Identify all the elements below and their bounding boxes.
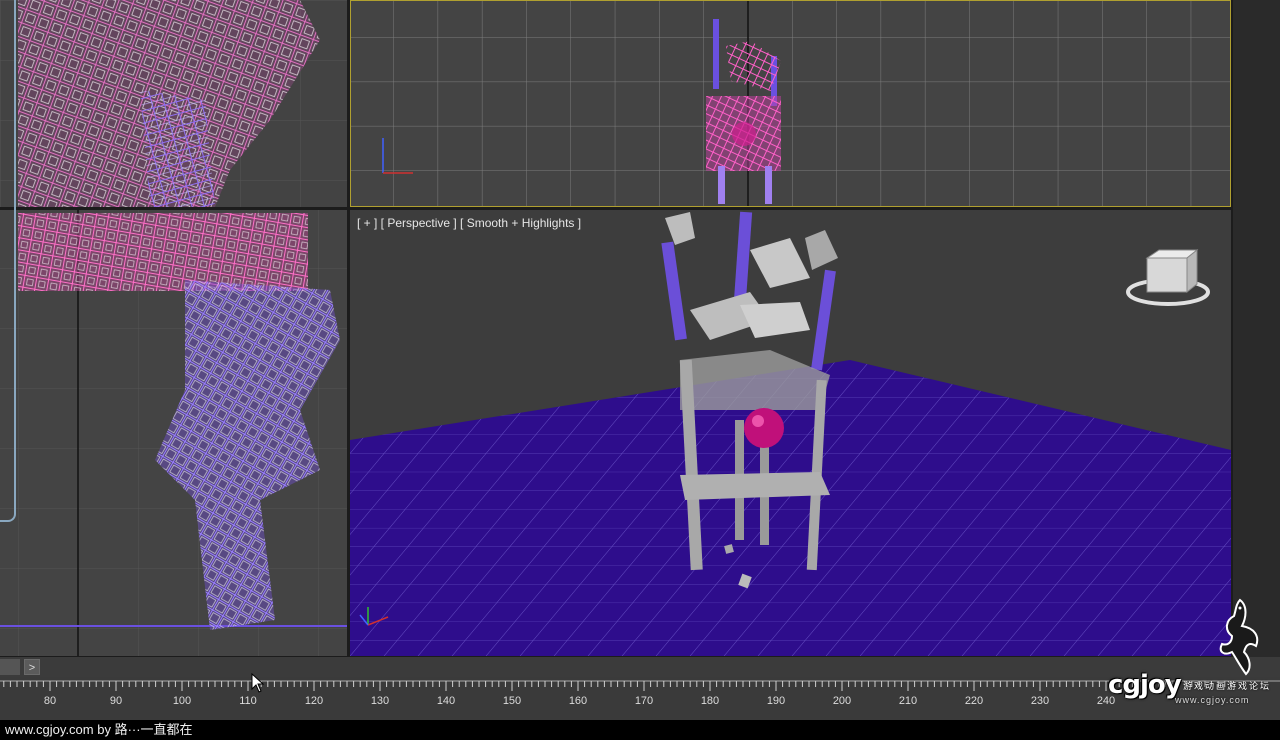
timeline-tick-label: 100 bbox=[173, 695, 191, 707]
cgjoy-watermark: cgjoy 游戏动画游戏论坛 www.cgjoy.com bbox=[1105, 670, 1280, 716]
credit-text: www.cgjoy.com by 路···一直都在 bbox=[5, 722, 193, 737]
timeline-tick-label: 120 bbox=[305, 695, 323, 707]
timeline-tick-label: 230 bbox=[1031, 695, 1049, 707]
timeline-tick-label: 90 bbox=[110, 695, 122, 707]
top-viewport[interactable] bbox=[350, 0, 1231, 207]
timeline-tick-label: 190 bbox=[767, 695, 785, 707]
timeline-tick-label: 170 bbox=[635, 695, 653, 707]
perspective-viewport[interactable]: [ + ] [ Perspective ] [ Smooth + Highlig… bbox=[350, 210, 1231, 656]
viewport-label[interactable]: [ + ] [ Perspective ] [ Smooth + Highlig… bbox=[357, 216, 581, 230]
timeline-tick-label: 80 bbox=[44, 695, 56, 707]
left-viewport[interactable] bbox=[0, 210, 347, 656]
timeline-tick-label: 130 bbox=[371, 695, 389, 707]
viewcube-icon bbox=[1126, 248, 1210, 306]
watermark-url: www.cgjoy.com bbox=[1175, 695, 1250, 705]
wireframe-debris-top-left bbox=[0, 0, 347, 207]
time-slider-track[interactable] bbox=[0, 659, 20, 675]
watermark-subtitle: 游戏动画游戏论坛 bbox=[1183, 681, 1272, 691]
left-top-viewport[interactable] bbox=[0, 0, 347, 207]
mouse-cursor-icon bbox=[251, 673, 265, 693]
timeline-tick-label: 210 bbox=[899, 695, 917, 707]
timeline-tick-label: 200 bbox=[833, 695, 851, 707]
time-slider-bar[interactable]: > bbox=[0, 657, 1280, 677]
watermark-logo: cgjoy bbox=[1108, 670, 1182, 700]
timeline-tick-label: 220 bbox=[965, 695, 983, 707]
timeline-tick-label: 160 bbox=[569, 695, 587, 707]
status-bar: www.cgjoy.com by 路···一直都在 bbox=[0, 720, 1280, 740]
timeline-tick-label: 180 bbox=[701, 695, 719, 707]
timeline-ruler[interactable]: 80 90 100 110 120 130 140 150 160 170 180 190 200 210… bbox=[0, 677, 1280, 720]
top-viewport-scene bbox=[351, 1, 1230, 206]
command-panel-edge bbox=[1233, 0, 1280, 660]
perspective-scene bbox=[350, 211, 1231, 656]
floating-panel-edge[interactable] bbox=[0, 0, 16, 522]
timeline-tick-label: 110 bbox=[239, 695, 257, 707]
gecko-mascot-icon bbox=[1219, 598, 1259, 676]
next-frame-button[interactable]: > bbox=[24, 659, 40, 675]
left-viewport-scene bbox=[0, 210, 347, 656]
timeline-tick-label: 140 bbox=[437, 695, 455, 707]
timeline-tick-label: 150 bbox=[503, 695, 521, 707]
